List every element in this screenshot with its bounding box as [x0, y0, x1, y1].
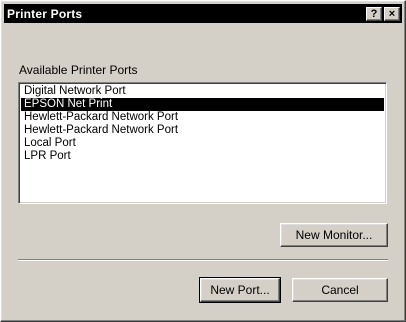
ports-listbox[interactable]: Digital Network Port EPSON Net Print Hew…	[18, 82, 387, 204]
port-item-hp-network-2[interactable]: Hewlett-Packard Network Port	[21, 124, 384, 137]
new-monitor-button[interactable]: New Monitor...	[280, 223, 388, 247]
separator	[18, 259, 388, 261]
title-bar[interactable]: Printer Ports ? ×	[4, 4, 402, 23]
available-ports-label: Available Printer Ports	[19, 63, 138, 77]
new-port-button[interactable]: New Port...	[199, 277, 281, 303]
printer-ports-dialog: Printer Ports ? × Available Printer Port…	[0, 0, 406, 322]
port-item-local[interactable]: Local Port	[21, 137, 384, 150]
port-item-hp-network-1[interactable]: Hewlett-Packard Network Port	[21, 111, 384, 124]
window-title: Printer Ports	[7, 6, 83, 21]
port-item-epson-net-print[interactable]: EPSON Net Print	[21, 98, 384, 111]
close-button[interactable]: ×	[384, 6, 400, 21]
port-item-digital-network[interactable]: Digital Network Port	[21, 85, 384, 98]
port-item-lpr[interactable]: LPR Port	[21, 150, 384, 163]
help-button[interactable]: ?	[366, 6, 382, 21]
title-buttons: ? ×	[366, 6, 402, 21]
cancel-button[interactable]: Cancel	[292, 278, 388, 302]
